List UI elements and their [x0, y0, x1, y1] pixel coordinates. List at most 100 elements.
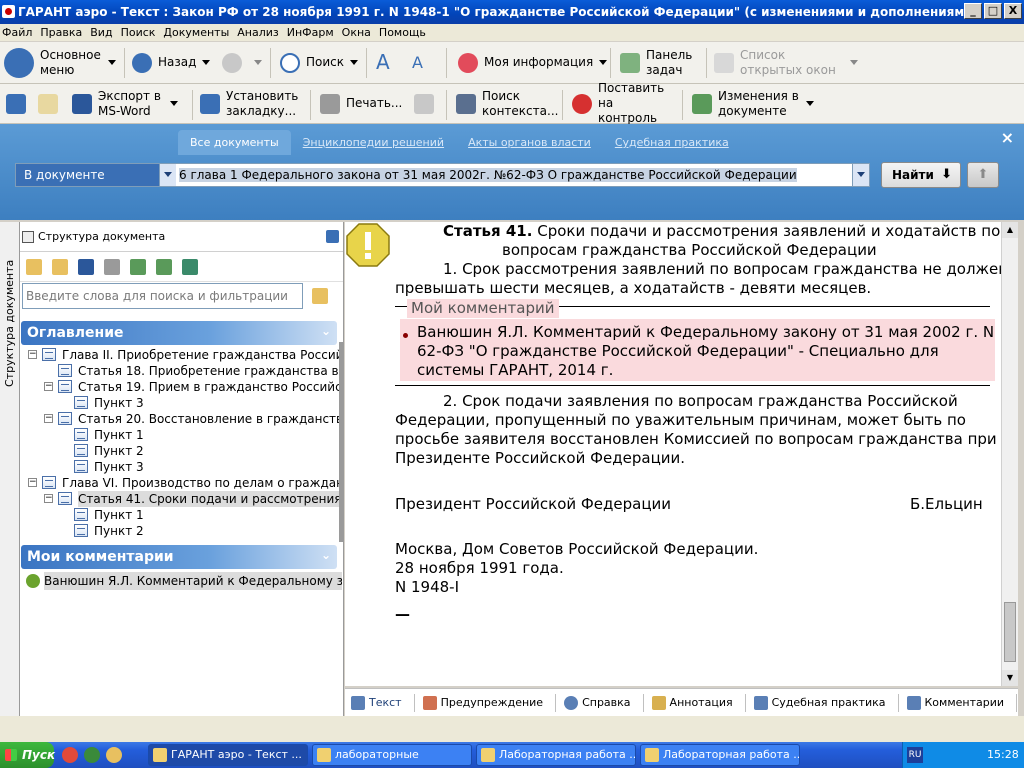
find-previous-button[interactable]: ⬆ [967, 162, 999, 188]
open-windows-button[interactable]: Список открытых окон [714, 42, 858, 83]
printer-icon[interactable] [104, 258, 120, 275]
task-panel-icon [620, 52, 640, 73]
menu-infarm[interactable]: ИнФарм [285, 24, 340, 41]
search-input[interactable]: 6 глава 1 Федерального закона от 31 мая … [176, 164, 852, 186]
close-button[interactable]: X [1004, 3, 1022, 19]
tab-info[interactable]: Справка [564, 693, 644, 712]
find-button[interactable]: Найти [881, 162, 961, 188]
chrome-icon[interactable] [62, 747, 78, 763]
task-panel-button[interactable]: Панель задач [620, 42, 694, 83]
scroll-down-icon[interactable]: ▼ [1002, 670, 1018, 686]
tree-item[interactable]: − Глава VI. Производство по делам о граж… [20, 475, 340, 491]
tree-item[interactable]: − Глава II. Приобретение гражданства Рос… [20, 347, 340, 363]
menu-help[interactable]: Помощь [377, 24, 432, 41]
tree-item[interactable]: − Статья 20. Восстановление в гражданств… [20, 411, 340, 427]
signer-name: Б.Ельцин [910, 495, 983, 513]
media-icon[interactable] [84, 747, 100, 763]
scroll-thumb[interactable] [1004, 602, 1016, 662]
home-menu-button[interactable]: Основное меню [4, 42, 116, 83]
minimize-button[interactable]: _ [964, 3, 982, 19]
back-button[interactable]: Назад [132, 42, 211, 83]
collapse-icon[interactable] [52, 258, 68, 275]
document-icon [58, 412, 72, 425]
forward-button[interactable] [222, 42, 262, 83]
search-scope-select[interactable]: В документе [16, 164, 176, 186]
tab-annotation[interactable]: Аннотация [651, 693, 746, 712]
context-search-button[interactable]: Поиск контекста... [456, 84, 558, 123]
scroll-up-icon[interactable]: ▲ [1002, 222, 1018, 238]
my-info-button[interactable]: Моя информация [458, 42, 608, 83]
add-control-button[interactable]: Поставить на контроль [572, 81, 674, 125]
tab-comments[interactable]: Комментарии [906, 693, 1018, 712]
close-panel-icon[interactable]: × [1001, 128, 1014, 147]
tab-all-documents[interactable]: Все документы [178, 130, 291, 155]
pin-icon[interactable] [326, 230, 339, 243]
search-icon[interactable] [106, 747, 122, 763]
tab-court-practice[interactable]: Судебная практика [753, 693, 899, 712]
tree-item[interactable]: Пункт 3 [20, 395, 340, 411]
main-toolbar: Основное меню Назад Поиск A A Моя информ… [0, 42, 1024, 84]
taskbar-item-garant[interactable]: ГАРАНТ аэро - Текст ... [148, 744, 308, 766]
word-icon[interactable] [78, 258, 94, 275]
menu-windows[interactable]: Окна [340, 24, 377, 41]
search-history-dropdown[interactable] [852, 164, 869, 186]
toc-header[interactable]: Оглавление [21, 319, 337, 345]
filter-input[interactable]: Введите слова для поиска и фильтрации [22, 283, 303, 309]
taskbar-item-word-2[interactable]: Лабораторная работа ... [640, 744, 800, 766]
search-button[interactable]: Поиск [280, 42, 359, 83]
tree-item[interactable]: Пункт 3 [20, 459, 340, 475]
comment-text[interactable]: Ванюшин Я.Л. Комментарий к Федеральному … [417, 323, 994, 342]
font-decrease-button[interactable]: A [412, 42, 423, 83]
taskbar-item-word-1[interactable]: Лабораторная работа ... [476, 744, 636, 766]
warning-icon[interactable] [345, 222, 391, 268]
export-icon[interactable] [130, 258, 146, 275]
tab-text[interactable]: Текст [351, 693, 415, 712]
menu-view[interactable]: Вид [88, 24, 118, 41]
language-indicator[interactable]: RU [907, 747, 923, 763]
tree-item-selected[interactable]: − Статья 41. Сроки подачи и рассмотрения… [20, 491, 340, 507]
menu-analysis[interactable]: Анализ [235, 24, 285, 41]
tree-item[interactable]: − Статья 19. Прием в гражданство Российс… [20, 379, 340, 395]
bookmark-button[interactable]: Установить закладку... [200, 84, 298, 123]
my-comments-header[interactable]: Мои комментарии [21, 543, 337, 569]
import-icon[interactable] [156, 258, 172, 275]
save-button[interactable] [6, 84, 32, 123]
tree-toggle[interactable]: − [28, 478, 37, 487]
taskbar-item-folder[interactable]: лабораторные [312, 744, 472, 766]
tree-toggle[interactable]: − [44, 414, 53, 423]
tree-item[interactable]: Пункт 2 [20, 523, 340, 539]
tree-toggle[interactable]: − [28, 350, 37, 359]
start-button[interactable]: Пуск [0, 742, 55, 768]
filter-icon[interactable] [312, 288, 328, 304]
tree-item[interactable]: Пункт 2 [20, 443, 340, 459]
font-increase-button[interactable]: A [376, 42, 390, 83]
print-button[interactable]: Печать... [320, 84, 402, 123]
tree-toggle[interactable]: − [44, 494, 53, 503]
tab-encyclopedia[interactable]: Энциклопедии решений [291, 130, 456, 155]
tab-authority-acts[interactable]: Акты органов власти [456, 130, 603, 155]
refresh-icon[interactable] [182, 258, 198, 275]
preview-button[interactable] [414, 84, 440, 123]
maximize-button[interactable]: □ [984, 3, 1002, 19]
tree-item[interactable]: Пункт 1 [20, 507, 340, 523]
tab-court-practice[interactable]: Судебная практика [603, 130, 741, 155]
menu-file[interactable]: Файл [0, 24, 38, 41]
tree-toggle[interactable]: − [44, 382, 53, 391]
menu-documents[interactable]: Документы [161, 24, 235, 41]
document-changes-button[interactable]: Изменения в документе [692, 84, 814, 123]
tree-item[interactable]: Статья 18. Приобретение гражданства в по… [20, 363, 340, 379]
tree-item[interactable]: Пункт 1 [20, 427, 340, 443]
document-scrollbar[interactable]: ▲ ▼ [1001, 222, 1018, 686]
sidebar-vertical-tab[interactable]: Структура документа [0, 222, 20, 742]
expand-icon[interactable] [26, 258, 42, 275]
paragraph-1: 1. Срок рассмотрения заявлений по вопрос… [443, 260, 1001, 278]
chevron-down-icon[interactable] [159, 164, 176, 186]
mail-button[interactable] [38, 84, 64, 123]
tree-scrollbar[interactable] [339, 342, 343, 542]
tab-warning[interactable]: Предупреждение [422, 693, 557, 712]
menu-edit[interactable]: Правка [38, 24, 88, 41]
back-arrow-icon [132, 52, 152, 73]
menu-search[interactable]: Поиск [119, 24, 162, 41]
comment-list-item[interactable]: Ванюшин Я.Л. Комментарий к Федеральному … [20, 572, 342, 590]
export-word-button[interactable]: Экспорт в MS-Word [72, 84, 178, 123]
